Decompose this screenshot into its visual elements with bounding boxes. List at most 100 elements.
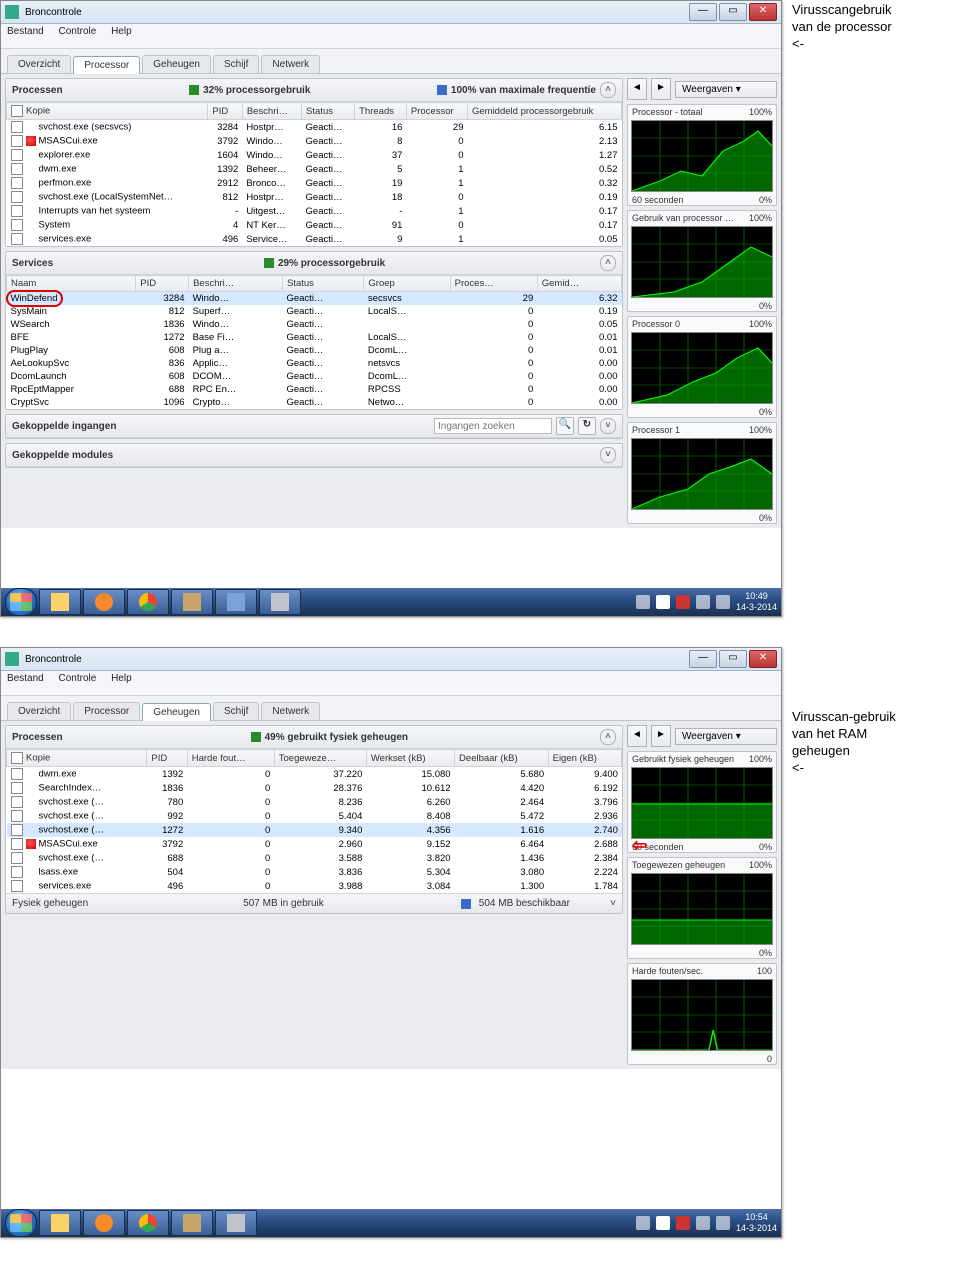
col-ws[interactable]: Werkset (kB) [366, 750, 454, 767]
nav-right-button[interactable]: ► [651, 725, 671, 747]
system-tray[interactable]: 10:5414-3-2014 [636, 1212, 777, 1234]
table-row[interactable]: explorer.exe1604Windo…Geacti…3701.27 [7, 148, 622, 162]
col-beschr[interactable]: Beschri… [242, 103, 301, 120]
table-row[interactable]: services.exe49603.9883.0841.3001.784 [7, 879, 623, 893]
panel-header[interactable]: Processen 49% gebruikt fysiek geheugen ˄ [6, 726, 622, 749]
close-button[interactable]: ✕ [749, 3, 777, 21]
start-button[interactable] [5, 1209, 37, 1237]
col-beschr[interactable]: Beschri… [189, 276, 283, 292]
titlebar[interactable]: Broncontrole — ▭ ✕ [1, 648, 781, 671]
tab-geheugen[interactable]: Geheugen [142, 55, 211, 73]
taskbar-chrome[interactable] [127, 589, 169, 615]
col-gemid[interactable]: Gemid… [537, 276, 621, 292]
nav-left-button[interactable]: ◄ [627, 78, 647, 100]
panel-header[interactable]: Gekoppelde modules ˅ [6, 444, 622, 467]
col-pid[interactable]: PID [147, 750, 187, 767]
tray-icon[interactable] [716, 1216, 730, 1230]
tab-overzicht[interactable]: Overzicht [7, 55, 71, 73]
table-row[interactable]: lsass.exe50403.8365.3043.0802.224 [7, 865, 623, 879]
tab-schijf[interactable]: Schijf [213, 55, 259, 73]
clock[interactable]: 10:5414-3-2014 [736, 1212, 777, 1234]
col-naam[interactable]: Naam [7, 276, 136, 292]
panel-fysiek-header[interactable]: Fysiek geheugen 507 MB in gebruik 504 MB… [6, 893, 622, 913]
table-row[interactable]: svchost.exe (secsvcs)3284Hostpr…Geacti…1… [7, 120, 622, 135]
table-row[interactable]: svchost.exe (…68803.5883.8201.4362.384 [7, 851, 623, 865]
menu-help[interactable]: Help [111, 673, 132, 684]
table-row[interactable]: WSearch1836Windo…Geacti…00.05 [7, 318, 622, 331]
taskbar-app1[interactable] [171, 589, 213, 615]
table-row[interactable]: AeLookupSvc836Applic…Geacti…netsvcs00.00 [7, 357, 622, 370]
maximize-button[interactable]: ▭ [719, 3, 747, 21]
nav-left-button[interactable]: ◄ [627, 725, 647, 747]
start-button[interactable] [5, 588, 37, 616]
col-avg[interactable]: Gemiddeld processorgebruik [467, 103, 621, 120]
table-row[interactable]: Interrupts van het systeem-Uitgest…Geact… [7, 204, 622, 218]
process-table[interactable]: Kopie PID Harde fout… Toegeweze… Werkset… [6, 749, 622, 893]
table-row[interactable]: WinDefend3284Windo…Geacti…secsvcs296.32 [7, 292, 622, 306]
collapse-icon[interactable]: ˄ [600, 82, 616, 98]
col-status[interactable]: Status [302, 103, 355, 120]
collapse-icon[interactable]: ˄ [600, 729, 616, 745]
table-row[interactable]: CryptSvc1096Crypto…Geacti…Netwo…00.00 [7, 396, 622, 409]
tab-processor[interactable]: Processor [73, 56, 140, 74]
table-row[interactable]: perfmon.exe2912Bronco…Geacti…1910.32 [7, 176, 622, 190]
tray-icon[interactable] [636, 1216, 650, 1230]
minimize-button[interactable]: — [689, 3, 717, 21]
taskbar-app1[interactable] [171, 1210, 213, 1236]
clock[interactable]: 10:4914-3-2014 [736, 591, 777, 613]
table-row[interactable]: MSASCui.exe379202.9609.1526.4642.688 [7, 837, 623, 851]
tab-geheugen[interactable]: Geheugen [142, 703, 211, 721]
col-kopie[interactable]: Kopie [7, 103, 208, 120]
minimize-button[interactable]: — [689, 650, 717, 668]
menu-bestand[interactable]: Bestand [7, 673, 44, 684]
menu-controle[interactable]: Controle [58, 26, 96, 37]
process-table[interactable]: Kopie PID Beschri… Status Threads Proces… [6, 102, 622, 246]
expand-icon[interactable]: ˅ [600, 447, 616, 463]
tray-flag-icon[interactable] [656, 1216, 670, 1230]
collapse-icon[interactable]: ˄ [600, 255, 616, 271]
taskbar-wmp[interactable] [83, 589, 125, 615]
refresh-icon[interactable]: ↻ [578, 417, 596, 435]
tray-icon[interactable] [716, 595, 730, 609]
panel-header[interactable]: Processen 32% processorgebruik 100% van … [6, 79, 622, 102]
taskbar-app2[interactable] [215, 1210, 257, 1236]
menu-help[interactable]: Help [111, 26, 132, 37]
tray-icon[interactable] [676, 595, 690, 609]
table-row[interactable]: MSASCui.exe3792Windo…Geacti…802.13 [7, 134, 622, 148]
taskbar-wmp[interactable] [83, 1210, 125, 1236]
panel-header[interactable]: Services 29% processorgebruik ˄ [6, 252, 622, 275]
col-processor[interactable]: Processor [406, 103, 467, 120]
table-row[interactable]: svchost.exe (LocalSystemNet…812Hostpr…Ge… [7, 190, 622, 204]
col-groep[interactable]: Groep [364, 276, 450, 292]
taskbar-app2[interactable] [215, 589, 257, 615]
tray-icon[interactable] [676, 1216, 690, 1230]
col-status[interactable]: Status [282, 276, 363, 292]
weergaven-button[interactable]: Weergaven ▾ [675, 81, 777, 98]
table-row[interactable]: DcomLaunch608DCOM…Geacti…DcomL…00.00 [7, 370, 622, 383]
taskbar-explorer[interactable] [39, 589, 81, 615]
col-tw[interactable]: Toegeweze… [274, 750, 366, 767]
table-row[interactable]: System4NT Ker…Geacti…9100.17 [7, 218, 622, 232]
maximize-button[interactable]: ▭ [719, 650, 747, 668]
col-pid[interactable]: PID [208, 103, 242, 120]
menu-controle[interactable]: Controle [58, 673, 96, 684]
taskbar[interactable]: 10:4914-3-2014 [1, 588, 781, 616]
taskbar-chrome[interactable] [127, 1210, 169, 1236]
table-row[interactable]: SearchIndex…1836028.37610.6124.4206.192 [7, 781, 623, 795]
table-row[interactable]: svchost.exe (…127209.3404.3561.6162.740 [7, 823, 623, 837]
weergaven-button[interactable]: Weergaven ▾ [675, 728, 777, 745]
table-row[interactable]: RpcEptMapper688RPC En…Geacti…RPCSS00.00 [7, 383, 622, 396]
table-row[interactable]: svchost.exe (…99205.4048.4085.4722.936 [7, 809, 623, 823]
taskbar-app3[interactable] [259, 589, 301, 615]
col-kopie[interactable]: Kopie [7, 750, 147, 767]
titlebar[interactable]: Broncontrole — ▭ ✕ [1, 1, 781, 24]
tray-audio-icon[interactable] [696, 1216, 710, 1230]
col-hf[interactable]: Harde fout… [187, 750, 274, 767]
tab-schijf[interactable]: Schijf [213, 702, 259, 720]
col-threads[interactable]: Threads [355, 103, 407, 120]
search-icon[interactable]: 🔍 [556, 417, 574, 435]
menu-bestand[interactable]: Bestand [7, 26, 44, 37]
table-row[interactable]: PlugPlay608Plug a…Geacti…DcomL…00.01 [7, 344, 622, 357]
table-row[interactable]: BFE1272Base Fi…Geacti…LocalS…00.01 [7, 331, 622, 344]
table-row[interactable]: services.exe496Service…Geacti…910.05 [7, 232, 622, 246]
